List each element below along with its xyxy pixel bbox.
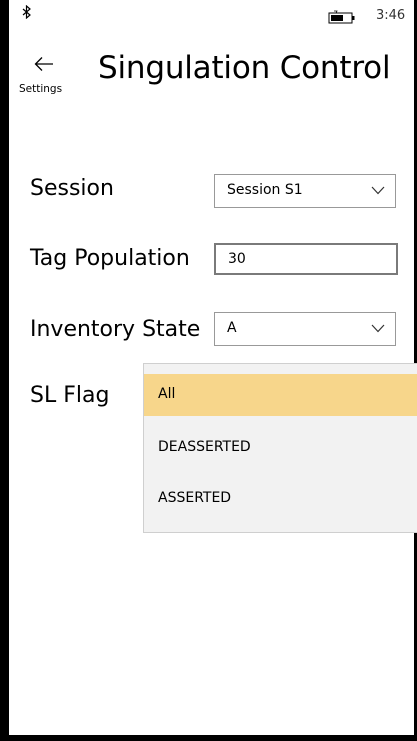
sl-flag-option-deasserted[interactable]: DEASSERTED (144, 427, 417, 469)
chevron-down-icon (371, 324, 385, 333)
sl-flag-option-asserted[interactable]: ASSERTED (144, 478, 417, 520)
page-title: Singulation Control (98, 50, 391, 86)
back-arrow-icon (34, 57, 53, 71)
device-frame-left (0, 0, 9, 741)
sl-flag-option-all[interactable]: All (144, 374, 417, 416)
session-dropdown[interactable]: Session S1 (214, 174, 396, 208)
sl-flag-dropdown-list: All DEASSERTED ASSERTED (143, 363, 417, 533)
session-value: Session S1 (227, 182, 303, 198)
sl-flag-label: SL Flag (30, 383, 110, 408)
back-label: Settings (19, 83, 63, 95)
battery-icon (328, 10, 355, 24)
chevron-down-icon (371, 186, 385, 195)
back-button[interactable]: Settings (16, 50, 76, 102)
device-frame-bottom (0, 735, 417, 741)
tag-population-input[interactable]: 30 (214, 243, 398, 275)
status-bar: 3:46 (10, 0, 414, 40)
bluetooth-icon (22, 5, 31, 19)
inventory-state-value: A (227, 320, 237, 336)
tag-population-label: Tag Population (30, 246, 190, 271)
inventory-state-label: Inventory State (30, 317, 201, 342)
inventory-state-dropdown[interactable]: A (214, 312, 396, 346)
session-label: Session (30, 176, 114, 201)
status-time: 3:46 (376, 8, 406, 23)
